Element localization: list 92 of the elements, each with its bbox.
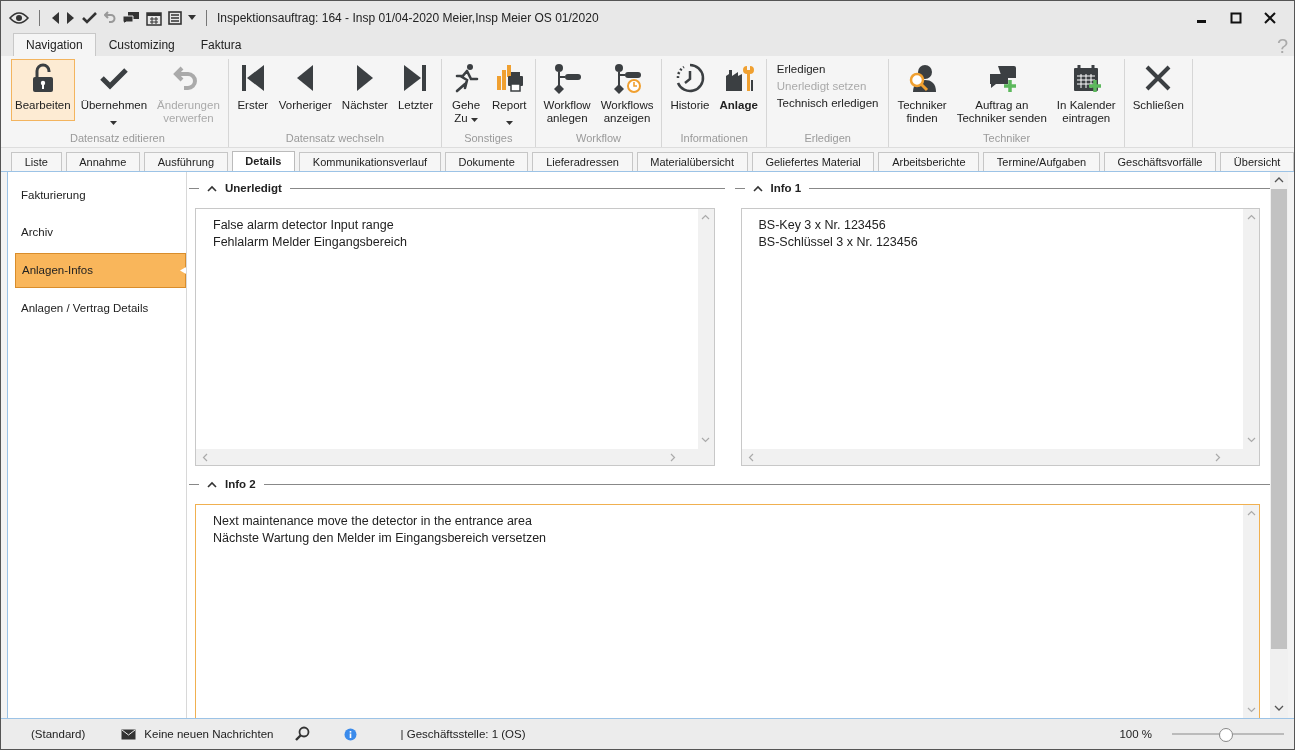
group-label: Erledigen	[803, 132, 852, 146]
scrollbar[interactable]	[1270, 172, 1288, 718]
detail-tab[interactable]: Materialübersicht	[636, 152, 748, 171]
text-line: Next maintenance move the detector in the entrance area	[213, 513, 533, 530]
chevron-up-icon[interactable]	[207, 184, 217, 192]
caret-icon	[470, 118, 478, 123]
caret-icon	[505, 121, 513, 125]
text-line: Nächste Wartung den Melder im Eingangsbereich versetzen	[213, 530, 548, 547]
ribbon-button[interactable]: Auftrag an Techniker senden	[952, 59, 1051, 128]
office-label: | Geschäftsstelle: 1 (OS)	[400, 728, 526, 740]
detail-tab[interactable]: Termine/Aufgaben	[983, 152, 1100, 171]
detail-tab[interactable]: Geliefertes Material	[751, 152, 875, 171]
next-icon[interactable]	[66, 10, 76, 25]
ribbon-tab[interactable]: Navigation	[13, 33, 96, 56]
previous-icon[interactable]	[50, 10, 60, 25]
zoom-slider[interactable]	[1172, 726, 1284, 742]
ribbon-button[interactable]: Schließen	[1128, 59, 1188, 121]
group-label: Sonstiges	[463, 132, 514, 146]
chevron-up-icon[interactable]	[1274, 176, 1284, 183]
group-label: Datensatz wechseln	[284, 132, 386, 146]
detail-tab[interactable]: Dokumente	[444, 152, 529, 171]
maximize-icon[interactable]	[1230, 11, 1242, 24]
ribbon-button[interactable]: Report	[488, 59, 531, 131]
detail-tab[interactable]: Annahme	[65, 152, 141, 171]
ribbon-button[interactable]: Workflows anzeigen	[596, 59, 658, 128]
scrollbar[interactable]	[196, 449, 698, 465]
info-icon[interactable]	[343, 727, 357, 741]
text-line: Fehlalarm Melder Eingangsbereich	[213, 234, 408, 251]
slider-thumb[interactable]	[1218, 728, 1233, 742]
sidebar-item[interactable]: Anlagen / Vertrag Details	[15, 292, 186, 325]
ribbon-button[interactable]: Historie	[666, 59, 714, 121]
ribbon-button[interactable]: Workflow anlegen	[539, 59, 595, 128]
ribbon-tab[interactable]: Customizing	[95, 33, 188, 56]
ribbon-button[interactable]: Technisch erledigen	[776, 95, 879, 111]
check-icon[interactable]	[82, 10, 98, 25]
calendar-icon[interactable]	[146, 9, 162, 26]
chevron-left-icon[interactable]	[747, 452, 754, 462]
ribbon-button[interactable]: In Kalender eintragen	[1052, 59, 1120, 128]
caret-icon[interactable]	[188, 15, 196, 20]
chevron-up-icon[interactable]	[207, 480, 217, 488]
detail-tab[interactable]: Geschäftsvorfälle	[1103, 152, 1217, 171]
scrollbar[interactable]	[741, 449, 1243, 465]
zoom-percent: 100 %	[1119, 728, 1152, 740]
detail-tab[interactable]: Kommunikationsverlauf	[299, 152, 441, 171]
sidebar-item[interactable]: Fakturierung	[15, 179, 186, 212]
detail-tab[interactable]: Details	[231, 151, 296, 171]
window-title: Inspektionsauftrag: 164 - Insp 01/04-2020 Meier,Insp Meier OS 01/2020	[217, 10, 599, 25]
chevron-up-icon[interactable]	[752, 184, 763, 192]
group-label: Datensatz editieren	[69, 132, 166, 146]
ribbon-button[interactable]: Bearbeiten	[11, 59, 75, 121]
detail-tab[interactable]: Liste	[11, 152, 62, 171]
list-icon[interactable]	[168, 10, 182, 25]
detail-tab[interactable]: Übersicht	[1220, 152, 1294, 171]
messages-status: Keine neuen Nachrichten	[144, 728, 274, 740]
chevron-left-icon[interactable]	[202, 452, 208, 462]
group-label: Techniker	[982, 132, 1032, 146]
sidebar-item[interactable]: Archiv	[15, 216, 186, 249]
text-line: BS-Schlüssel 3 x Nr. 123456	[758, 234, 919, 251]
ribbon-button[interactable]: Erster	[232, 59, 273, 121]
section-title: Info 2	[225, 478, 256, 490]
ribbon-button[interactable]: Gehe Zu	[446, 59, 487, 129]
close-icon[interactable]	[1264, 11, 1276, 24]
ribbon-button[interactable]: Übernehmen	[76, 59, 152, 131]
ribbon-button[interactable]: Anlage	[715, 59, 762, 121]
ribbon-button[interactable]: Vorheriger	[274, 59, 336, 121]
sidebar-item[interactable]: Anlagen-Infos	[15, 253, 186, 288]
section-title: Info 1	[770, 182, 802, 194]
chevron-down-icon[interactable]	[1274, 705, 1284, 712]
ribbon-button[interactable]: Erledigen	[776, 61, 879, 77]
mail-icon[interactable]	[121, 728, 137, 740]
chevron-right-icon[interactable]	[669, 452, 676, 462]
group-label: Workflow	[575, 132, 623, 146]
detail-tab[interactable]: Ausführung	[144, 152, 228, 171]
layout-label: (Standard)	[31, 728, 86, 740]
text-line: False alarm detector Input range	[213, 217, 395, 234]
eye-icon[interactable]	[9, 10, 29, 25]
search-icon[interactable]	[293, 726, 310, 742]
caret-icon	[110, 121, 118, 125]
text-area[interactable]: BS-Key 3 x Nr. 123456 BS-Schlüssel 3 x Nr. 123456	[740, 208, 1260, 466]
text-line: BS-Key 3 x Nr. 123456	[758, 217, 887, 234]
ribbon-button[interactable]: Techniker finden	[893, 59, 951, 128]
ribbon-button[interactable]: Letzter	[393, 59, 438, 121]
undo-icon[interactable]	[104, 10, 116, 25]
group-label: Informationen	[679, 132, 749, 146]
ribbon-button[interactable]: Nächster	[337, 59, 392, 121]
section-title: Unerledigt	[225, 182, 282, 194]
chevron-right-icon[interactable]	[1215, 452, 1221, 462]
chat-icon[interactable]	[122, 10, 140, 25]
detail-tab[interactable]: Lieferadressen	[532, 152, 633, 171]
detail-tab[interactable]: Arbeitsberichte	[878, 152, 980, 171]
ribbon-tab[interactable]: Faktura	[187, 33, 255, 56]
text-area[interactable]: False alarm detector Input range Fehlalarm Melder Eingangsbereich	[195, 208, 715, 466]
